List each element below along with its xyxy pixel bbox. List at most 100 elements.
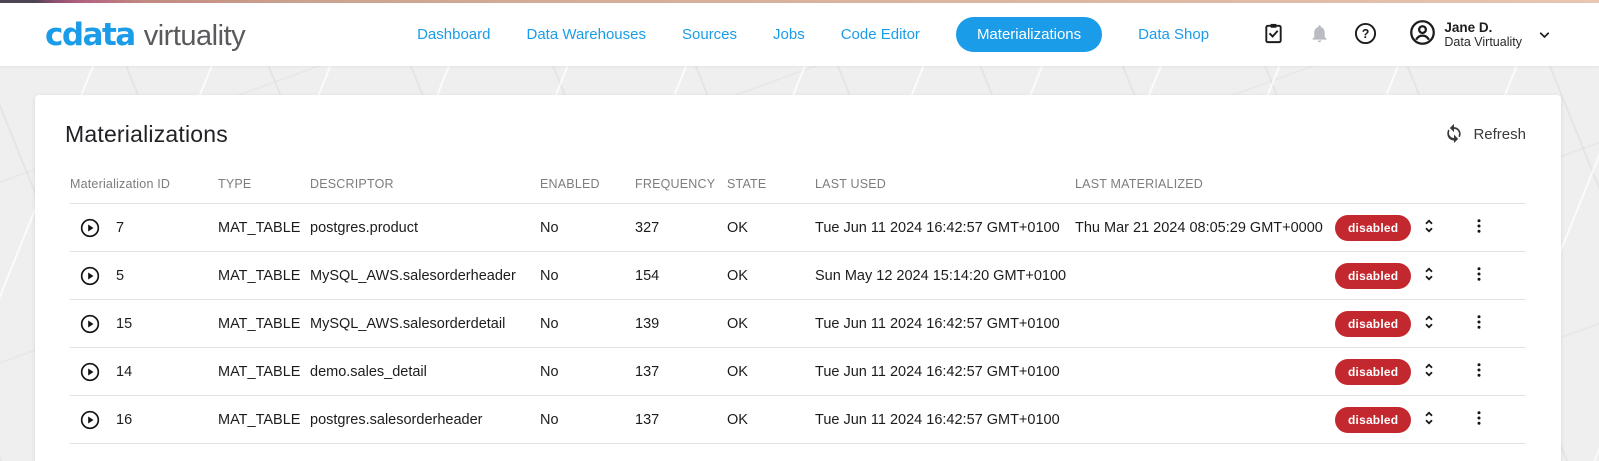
refresh-label: Refresh (1473, 126, 1526, 143)
play-icon[interactable] (80, 218, 100, 238)
svg-text:?: ? (1362, 26, 1370, 40)
page-content: Materializations Refresh Materialization… (0, 66, 1599, 461)
unfold-more-icon (1420, 216, 1438, 239)
refresh-button[interactable]: Refresh (1444, 123, 1526, 147)
materializations-table: Materialization ID TYPE DESCRIPTOR ENABL… (35, 164, 1561, 444)
account-avatar-icon (1409, 19, 1436, 51)
type-cell: MAT_TABLE (218, 316, 310, 332)
tasks-clipboard-icon (1262, 22, 1285, 48)
last-used-cell: Tue Jun 11 2024 16:42:57 GMT+0100 (815, 220, 1075, 236)
reorder-unfold-button[interactable] (1420, 216, 1438, 239)
row-menu-kebab-button[interactable] (1470, 216, 1488, 239)
type-cell: MAT_TABLE (218, 220, 310, 236)
card-header: Materializations Refresh (35, 95, 1561, 164)
state-cell: OK (727, 412, 815, 428)
chevron-down-icon (1536, 26, 1553, 43)
table-row: 15 MAT_TABLE MySQL_AWS.salesorderdetail … (70, 300, 1526, 348)
main-nav: Dashboard Data Warehouses Sources Jobs C… (417, 17, 1209, 52)
topbar-actions: ? Jane D. Data Virtuality (1262, 19, 1553, 51)
logo-virtuality-text: virtuality (144, 20, 245, 53)
materialization-id: 16 (116, 412, 132, 428)
enabled-cell: No (540, 412, 635, 428)
status-badge[interactable]: disabled (1335, 407, 1411, 433)
logo-cdata-text: cdata (45, 17, 135, 53)
column-header: STATE (727, 177, 815, 191)
descriptor-cell: MySQL_AWS.salesorderdetail (310, 316, 540, 332)
play-icon[interactable] (80, 314, 100, 334)
type-cell: MAT_TABLE (218, 412, 310, 428)
brand-logo[interactable]: cdata virtuality (45, 17, 245, 53)
status-badge[interactable]: disabled (1335, 263, 1411, 289)
help-button[interactable]: ? (1354, 22, 1377, 48)
nav-item[interactable]: Jobs (773, 17, 805, 52)
descriptor-cell: MySQL_AWS.salesorderheader (310, 268, 540, 284)
unfold-more-icon (1420, 360, 1438, 383)
status-badge[interactable]: disabled (1335, 359, 1411, 385)
type-cell: MAT_TABLE (218, 268, 310, 284)
last-used-cell: Tue Jun 11 2024 16:42:57 GMT+0100 (815, 412, 1075, 428)
kebab-menu-icon (1470, 216, 1488, 239)
column-header: ENABLED (540, 177, 635, 191)
table-header-row: Materialization ID TYPE DESCRIPTOR ENABL… (70, 164, 1526, 204)
descriptor-cell: postgres.product (310, 220, 540, 236)
frequency-cell: 139 (635, 316, 727, 332)
row-menu-kebab-button[interactable] (1470, 408, 1488, 431)
user-info: Jane D. Data Virtuality (1444, 20, 1522, 50)
row-menu-kebab-button[interactable] (1470, 312, 1488, 335)
frequency-cell: 137 (635, 412, 727, 428)
play-icon[interactable] (80, 266, 100, 286)
nav-item[interactable]: Data Shop (1138, 17, 1209, 52)
notifications-bell-icon (1309, 23, 1330, 47)
row-menu-kebab-button[interactable] (1470, 264, 1488, 287)
materialization-id: 14 (116, 364, 132, 380)
column-header: LAST MATERIALIZED (1075, 177, 1335, 191)
state-cell: OK (727, 364, 815, 380)
reorder-unfold-button[interactable] (1420, 264, 1438, 287)
reorder-unfold-button[interactable] (1420, 360, 1438, 383)
kebab-menu-icon (1470, 312, 1488, 335)
frequency-cell: 327 (635, 220, 727, 236)
unfold-more-icon (1420, 264, 1438, 287)
kebab-menu-icon (1470, 360, 1488, 383)
materializations-card: Materializations Refresh Materialization… (35, 95, 1561, 461)
table-body: 7 MAT_TABLE postgres.product No 327 OK T… (70, 204, 1526, 444)
nav-item[interactable]: Materializations (956, 17, 1102, 52)
refresh-icon (1444, 123, 1464, 147)
top-navigation-bar: cdata virtuality Dashboard Data Warehous… (0, 3, 1599, 66)
reorder-unfold-button[interactable] (1420, 408, 1438, 431)
column-header: TYPE (218, 177, 310, 191)
play-icon[interactable] (80, 410, 100, 430)
nav-item[interactable]: Code Editor (841, 17, 920, 52)
user-menu[interactable]: Jane D. Data Virtuality (1409, 19, 1553, 51)
reorder-unfold-button[interactable] (1420, 312, 1438, 335)
enabled-cell: No (540, 220, 635, 236)
tasks-clipboard-button[interactable] (1262, 22, 1285, 48)
notifications-button[interactable] (1309, 23, 1330, 47)
last-used-cell: Sun May 12 2024 15:14:20 GMT+0100 (815, 268, 1075, 284)
enabled-cell: No (540, 268, 635, 284)
status-badge[interactable]: disabled (1335, 311, 1411, 337)
last-materialized-cell: Thu Mar 21 2024 08:05:29 GMT+0000 (1075, 220, 1335, 236)
materialization-id: 5 (116, 268, 124, 284)
state-cell: OK (727, 220, 815, 236)
nav-item[interactable]: Sources (682, 17, 737, 52)
last-used-cell: Tue Jun 11 2024 16:42:57 GMT+0100 (815, 316, 1075, 332)
help-icon: ? (1354, 22, 1377, 48)
state-cell: OK (727, 268, 815, 284)
row-menu-kebab-button[interactable] (1470, 360, 1488, 383)
unfold-more-icon (1420, 408, 1438, 431)
kebab-menu-icon (1470, 264, 1488, 287)
type-cell: MAT_TABLE (218, 364, 310, 380)
enabled-cell: No (540, 364, 635, 380)
table-row: 14 MAT_TABLE demo.sales_detail No 137 OK… (70, 348, 1526, 396)
nav-item[interactable]: Data Warehouses (526, 17, 646, 52)
nav-item[interactable]: Dashboard (417, 17, 490, 52)
kebab-menu-icon (1470, 408, 1488, 431)
column-header: Materialization ID (70, 177, 218, 191)
play-icon[interactable] (80, 362, 100, 382)
descriptor-cell: postgres.salesorderheader (310, 412, 540, 428)
status-badge[interactable]: disabled (1335, 215, 1411, 241)
column-header: LAST USED (815, 177, 1075, 191)
descriptor-cell: demo.sales_detail (310, 364, 540, 380)
table-row: 7 MAT_TABLE postgres.product No 327 OK T… (70, 204, 1526, 252)
